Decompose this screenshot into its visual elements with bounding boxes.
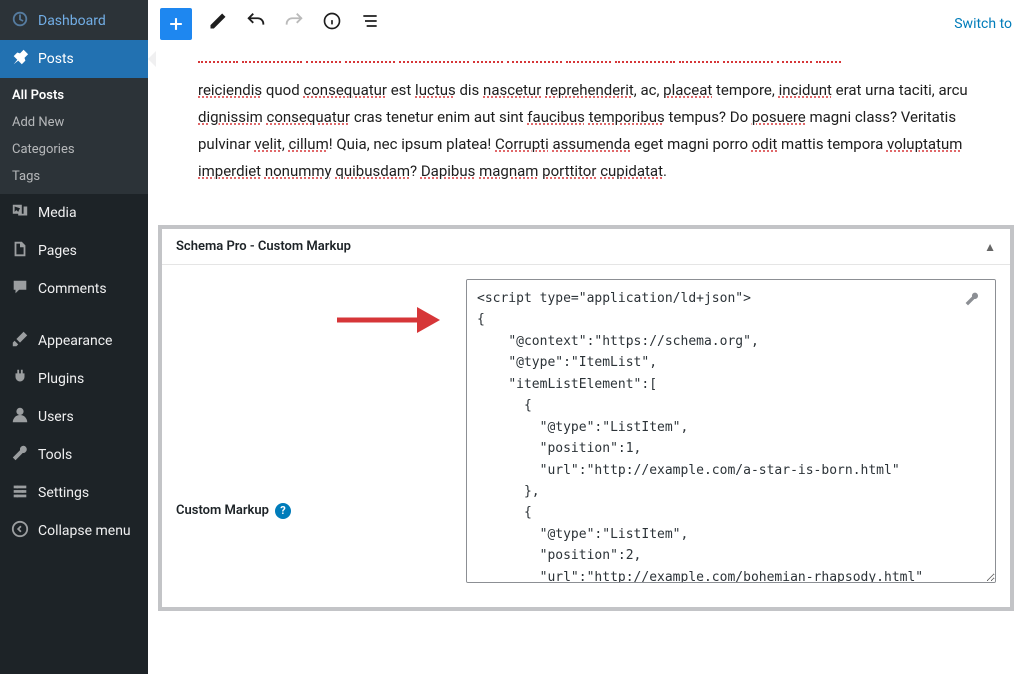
sidebar-label: Media [38,205,77,221]
metabox-header[interactable]: Schema Pro - Custom Markup ▲ [162,229,1010,265]
sidebar-item-settings[interactable]: Settings [0,474,148,512]
sidebar-label: Dashboard [38,13,106,29]
metabox-title: Schema Pro - Custom Markup [176,239,351,254]
custom-markup-textarea[interactable] [466,279,996,583]
sidebar-label: Users [38,409,74,425]
brush-icon [10,330,30,352]
sidebar-item-media[interactable]: Media [0,194,148,232]
sidebar-item-dashboard[interactable]: Dashboard [0,0,148,40]
redo-button[interactable] [282,10,306,37]
field-settings-icon[interactable] [964,291,980,311]
settings-icon [10,482,30,504]
metabox-body: Custom Markup ? [162,265,1010,607]
truncated-text-line [148,48,1024,67]
plug-icon [10,368,30,390]
admin-sidebar: Dashboard Posts All Posts Add New Catego… [0,0,148,674]
help-icon[interactable]: ? [275,503,291,519]
editor-toolbar: Switch to [148,0,1024,48]
metabox-toggle-icon[interactable]: ▲ [984,240,996,254]
outline-button[interactable] [358,11,382,36]
switch-to-link[interactable]: Switch to [954,16,1012,32]
sidebar-item-pages[interactable]: Pages [0,232,148,270]
user-icon [10,406,30,428]
editor-main: Switch to reiciendis quod consequatur es… [148,0,1024,674]
sidebar-label: Collapse menu [38,523,131,539]
info-button[interactable] [320,11,344,36]
editor-content: reiciendis quod consequatur est luctus d… [148,48,1024,674]
sidebar-item-plugins[interactable]: Plugins [0,360,148,398]
post-paragraph[interactable]: reiciendis quod consequatur est luctus d… [148,67,1024,225]
sidebar-label: Pages [38,243,77,259]
sidebar-item-appearance[interactable]: Appearance [0,322,148,360]
posts-submenu: All Posts Add New Categories Tags [0,78,148,194]
submenu-add-new[interactable]: Add New [0,109,148,136]
submenu-all-posts[interactable]: All Posts [0,82,148,109]
dashboard-icon [10,10,30,32]
add-block-button[interactable] [160,8,192,40]
submenu-tags[interactable]: Tags [0,163,148,190]
sidebar-label: Tools [38,447,72,463]
undo-button[interactable] [244,10,268,37]
submenu-categories[interactable]: Categories [0,136,148,163]
sidebar-item-posts[interactable]: Posts [0,40,148,78]
edit-icon[interactable] [206,11,230,36]
sidebar-collapse[interactable]: Collapse menu [0,512,148,550]
sidebar-label: Posts [38,51,74,67]
custom-markup-label: Custom Markup [176,503,269,518]
collapse-icon [10,520,30,542]
field-label-row: Custom Markup ? [176,279,466,587]
sidebar-item-comments[interactable]: Comments [0,270,148,308]
media-icon [10,202,30,224]
sidebar-item-users[interactable]: Users [0,398,148,436]
sidebar-label: Comments [38,281,107,297]
pushpin-icon [10,48,30,70]
comments-icon [10,278,30,300]
pages-icon [10,240,30,262]
schema-pro-metabox: Schema Pro - Custom Markup ▲ Custom Mark… [158,225,1014,611]
sidebar-label: Appearance [38,333,112,349]
sidebar-label: Plugins [38,371,84,387]
sidebar-item-tools[interactable]: Tools [0,436,148,474]
sidebar-label: Settings [38,485,89,501]
wrench-icon [10,444,30,466]
